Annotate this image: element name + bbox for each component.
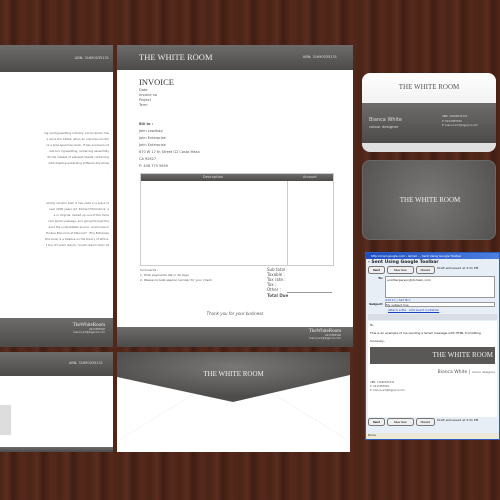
letterhead-paragraph-1: ing and typesetting industry. Lorem Ipsu… xyxy=(4,130,109,172)
col-amount: Amount xyxy=(303,175,317,179)
invoice-header: THE WHITE ROOM ABN: 31690035131 xyxy=(117,45,353,70)
attach-row: Attach a file Add event invitation xyxy=(366,307,499,313)
gmail-window: http://mail.google.com - Gmail - - Sent … xyxy=(365,252,500,440)
thanks-note: Thank you for your business xyxy=(206,311,264,316)
business-card-back: THE WHITE ROOM xyxy=(362,160,496,240)
total-line xyxy=(287,292,332,293)
card-name: Bianca White xyxy=(369,117,402,123)
separator: | xyxy=(468,370,471,375)
status-bar: Done xyxy=(366,433,499,439)
column-divider xyxy=(287,181,288,266)
discard-button[interactable]: Discard xyxy=(415,266,436,274)
body-signoff: Sincerely, xyxy=(370,339,385,343)
line-items-table: Description Amount xyxy=(140,173,334,266)
abn: ABN: 31690035131 xyxy=(302,55,337,59)
bill-to-line: 670 W 17 th Street G2 Costa Mesa xyxy=(139,150,200,154)
draft-status-bottom: Draft autosaved at 3:21 PM xyxy=(437,418,479,422)
draft-status: Draft autosaved at 3:21 PM xyxy=(437,266,479,270)
sig-email: E: bianca.w7@bigpond.com xyxy=(370,389,405,392)
bill-to-label: Bill to : xyxy=(139,122,154,126)
second-page-footer xyxy=(0,447,113,452)
card-band: Bianca White colour designer ABN: 316900… xyxy=(362,103,496,143)
invoice-fields: Date Invoice no Project Term xyxy=(139,88,157,108)
send-button-bottom[interactable]: Send xyxy=(368,418,385,426)
envelope: THE WHITE ROOM xyxy=(117,352,350,452)
card-back-brand: THE WHITE ROOM xyxy=(399,196,461,204)
total-due-label: Total Due xyxy=(267,293,289,298)
body-text: This is an example of me sending a Gmail… xyxy=(370,331,481,335)
top-toolbar: Send Save Now Discard Draft autosaved at… xyxy=(366,266,499,274)
message-body[interactable]: Hi, This is an example of me sending a G… xyxy=(368,321,497,417)
bill-to-line: John Lewitsky xyxy=(139,129,163,133)
footer-email: bianca.w7@bigpond.com xyxy=(309,337,341,340)
card-brand: THE WHITE ROOM xyxy=(398,83,460,91)
bill-to-line: CA 92627 xyxy=(139,157,157,161)
second-page-header: ABN: 31690035131 xyxy=(0,352,113,376)
save-now-button[interactable]: Save Now xyxy=(386,266,414,274)
bottom-toolbar: Send Save Now Discard Draft autosaved at… xyxy=(366,417,499,427)
bill-to-line: John Enterprise xyxy=(139,143,166,147)
to-row: To: anotherperson@domain.com xyxy=(366,274,499,298)
letterhead-header: ABN: 31690035131 xyxy=(0,45,113,72)
send-button[interactable]: Send xyxy=(368,266,385,274)
letterhead: ABN: 31690035131 ing and typesetting ind… xyxy=(0,45,113,347)
bill-to-line: John Enterprise xyxy=(139,136,166,140)
comments: Comments :1. Total payments die in 30 da… xyxy=(140,268,212,283)
text-line: . xyxy=(108,167,109,171)
subject-input[interactable]: My subject line xyxy=(385,302,495,307)
body-greeting: Hi, xyxy=(370,323,375,327)
business-card-front: THE WHITE ROOM Bianca White colour desig… xyxy=(362,73,496,152)
invoice-field-label: Term xyxy=(139,103,148,107)
signature-name: Bianca White xyxy=(437,370,468,375)
col-description: Description xyxy=(203,175,223,179)
letterhead-footer: TheWhiteRoom 0413383540 bianca.w7@bigpon… xyxy=(0,318,113,347)
discard-button-bottom[interactable]: Discard xyxy=(415,418,436,426)
signature-role: colour designer xyxy=(471,370,495,374)
to-input[interactable]: anotherperson@domain.com xyxy=(385,276,495,298)
abn: ABN: 31690035131 xyxy=(68,361,103,365)
to-label: To: xyxy=(378,276,383,280)
letterhead-paragraph-2: simply random text. It has roots in a pi… xyxy=(4,200,109,248)
attach-file-link[interactable]: Attach a file xyxy=(388,308,406,312)
subject-row: Subject: My subject line xyxy=(366,302,499,307)
invoice-title: INVOICE xyxy=(139,77,174,87)
envelope-flap xyxy=(117,352,350,441)
abn: ABN: 31690035131 xyxy=(74,56,109,60)
comment-line: 2. Please include special number for you… xyxy=(140,278,212,282)
card-role: colour designer xyxy=(369,124,399,129)
invoice-footer: TheWhiteRoom 0413383540 bianca.w7@bigpon… xyxy=(117,327,353,347)
card-email: E: bianca.w7@bigpond.com xyxy=(442,124,479,127)
compose-heading: - Sent Using Google Toolbar xyxy=(368,260,439,265)
text-line: t line of Lorem Ipsum, "Lorem ipsum dolo… xyxy=(45,243,109,247)
bill-to-line: P: 408 779 5659 xyxy=(139,164,168,168)
invoice: THE WHITE ROOM ABN: 31690035131 INVOICE … xyxy=(117,45,353,347)
subject-label: Subject: xyxy=(369,302,383,306)
totals: Sub total : Taxable : Tax rate : Tax : Other… xyxy=(267,267,288,292)
formatting-toolbar[interactable] xyxy=(368,314,497,320)
brand-title: THE WHITE ROOM xyxy=(139,52,213,62)
save-now-button-bottom[interactable]: Save Now xyxy=(386,418,414,426)
signature-banner: THE WHITE ROOM xyxy=(370,347,495,364)
second-page: ABN: 31690035131 xyxy=(0,352,113,452)
total-label: Other : xyxy=(267,287,281,292)
bill-to-address: John Lewitsky John Enterprise John Enterpr… xyxy=(139,128,200,170)
add-invitation-link[interactable]: Add event invitation xyxy=(409,308,439,312)
grey-block xyxy=(0,405,11,435)
envelope-brand: THE WHITE ROOM xyxy=(203,370,264,378)
footer-email: bianca.w7@bigpond.com xyxy=(73,331,105,334)
table-header: Description Amount xyxy=(141,174,333,181)
